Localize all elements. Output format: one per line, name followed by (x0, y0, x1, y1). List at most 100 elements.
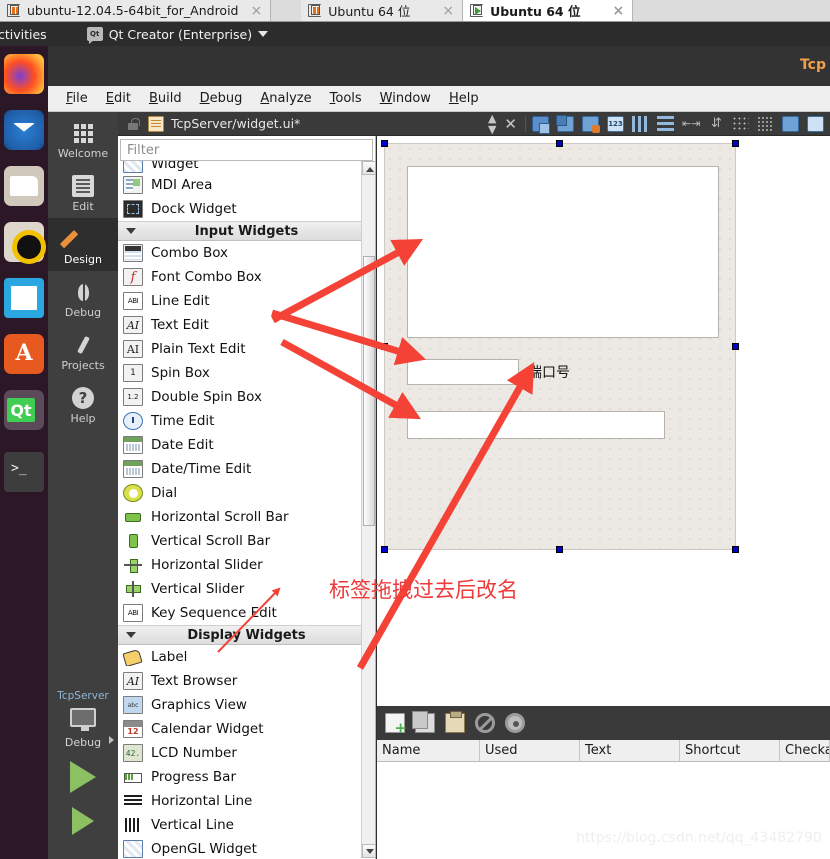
widget-item-vertical-line[interactable]: Vertical Line (118, 813, 375, 837)
scroll-down-icon[interactable] (362, 844, 375, 858)
widget-item-text-edit[interactable]: AI Text Edit (118, 313, 375, 337)
edit-widgets-icon[interactable] (532, 115, 550, 134)
widget-item-key-sequence-edit[interactable]: Key Sequence Edit (118, 601, 375, 625)
dock-item-ubuntu-software[interactable] (4, 334, 44, 374)
form-widget[interactable]: 端口号 (381, 140, 739, 553)
resize-handle-middle-left[interactable] (381, 342, 388, 350)
edit-tab-order-icon[interactable]: 123 (607, 115, 624, 132)
vm-tab-close-icon[interactable]: × (612, 3, 624, 19)
edit-buddies-icon[interactable] (582, 115, 600, 133)
widget-item-progress-bar[interactable]: Progress Bar (118, 765, 375, 789)
paste-icon[interactable] (445, 711, 465, 733)
layout-form-icon[interactable] (732, 115, 749, 132)
menu-tools[interactable]: Tools (330, 91, 362, 106)
layout-vertical-splitter-icon[interactable] (707, 116, 724, 132)
mode-projects[interactable]: Projects (48, 324, 118, 377)
column-header-shortcut[interactable]: Shortcut (680, 740, 780, 761)
column-header-name[interactable]: Name (377, 740, 480, 761)
caret-down-icon[interactable] (258, 31, 269, 37)
widget-item-plain-text-edit[interactable]: AI Plain Text Edit (118, 337, 375, 361)
play-bug-icon[interactable] (72, 807, 94, 835)
scrollbar-thumb[interactable] (363, 256, 375, 526)
mode-edit[interactable]: Edit (48, 165, 118, 218)
widget-item-font-combo-box[interactable]: f Font Combo Box (118, 265, 375, 289)
form-editor-canvas[interactable]: 端口号 (377, 136, 830, 706)
activities-label[interactable]: ctivities (0, 27, 47, 42)
mode-welcome[interactable]: Welcome (48, 112, 118, 165)
vm-tab-0[interactable]: ubuntu-12.04.5-64bit_for_Android × (0, 0, 272, 21)
dock-item-thunderbird[interactable] (4, 110, 44, 150)
widget-item-horizontal-line[interactable]: Horizontal Line (118, 789, 375, 813)
widget-category-input-widgets[interactable]: Input Widgets (118, 221, 375, 241)
widget-item-dial[interactable]: Dial (118, 481, 375, 505)
document-path-label[interactable]: TcpServer/widget.ui* (171, 116, 300, 131)
menu-window[interactable]: Window (380, 91, 431, 106)
new-action-icon[interactable] (385, 713, 407, 736)
layout-vertically-icon[interactable] (657, 115, 674, 132)
resize-handle-top-right[interactable] (732, 140, 739, 147)
lock-icon[interactable] (126, 117, 140, 131)
vm-tab-1[interactable]: Ubuntu 64 位 × (301, 0, 464, 21)
menu-help[interactable]: Help (449, 91, 479, 106)
vm-tab-2[interactable]: Ubuntu 64 位 × (463, 0, 634, 21)
layout-grid-icon[interactable] (757, 115, 774, 132)
widget-item-mdi-area[interactable]: MDI Area (118, 173, 375, 197)
updown-arrows-icon[interactable]: ▲ ▼ (488, 113, 496, 135)
widget-item-date-time-edit[interactable]: Date/Time Edit (118, 457, 375, 481)
delete-icon[interactable] (475, 713, 495, 733)
app-menu-group[interactable]: Qt Qt Creator (Enterprise) (86, 27, 269, 44)
column-header-used[interactable]: Used (480, 740, 580, 761)
resize-handle-bottom-left[interactable] (381, 546, 388, 553)
scroll-up-icon[interactable] (362, 161, 375, 175)
column-header-text[interactable]: Text (580, 740, 680, 761)
close-icon[interactable]: ✕ (504, 115, 517, 133)
mode-help[interactable]: ? Help (48, 377, 118, 430)
widget-item-widget[interactable]: Widget (118, 161, 375, 173)
menu-analyze[interactable]: Analyze (260, 91, 311, 106)
dock-item-terminal[interactable] (4, 452, 44, 492)
dock-item-libreoffice-writer[interactable] (4, 278, 44, 318)
widget-box-scrollbar[interactable] (361, 161, 375, 858)
widget-item-time-edit[interactable]: Time Edit (118, 409, 375, 433)
dock-item-qt-creator[interactable] (4, 390, 44, 430)
mode-debug[interactable]: Debug (48, 271, 118, 324)
widget-item-lcd-number[interactable]: LCD Number (118, 741, 375, 765)
column-header-checkable[interactable]: Checka (780, 740, 830, 761)
resize-handle-middle-right[interactable] (732, 342, 739, 350)
dock-item-files[interactable] (4, 166, 44, 206)
mode-design[interactable]: Design (48, 218, 118, 271)
copy-icon[interactable] (412, 711, 435, 733)
resize-handle-bottom-middle[interactable] (556, 546, 563, 553)
menu-file[interactable]: File (66, 91, 88, 106)
layout-horizontally-icon[interactable] (632, 115, 649, 132)
edit-signals-slots-icon[interactable] (556, 114, 574, 132)
dock-item-firefox[interactable] (4, 54, 44, 94)
widget-category-display-widgets[interactable]: Display Widgets (118, 625, 375, 645)
menu-edit[interactable]: Edit (106, 91, 131, 106)
widget-item-text-browser[interactable]: AI Text Browser (118, 669, 375, 693)
line-edit-message[interactable] (407, 411, 665, 439)
label-port[interactable]: 端口号 (528, 362, 570, 382)
widget-item-double-spin-box[interactable]: Double Spin Box (118, 385, 375, 409)
widget-item-line-edit[interactable]: Line Edit (118, 289, 375, 313)
widget-item-opengl-widget[interactable]: OpenGL Widget (118, 837, 375, 858)
kit-selector-arrow-icon[interactable] (109, 736, 114, 744)
menu-debug[interactable]: Debug (200, 91, 243, 106)
resize-handle-top-middle[interactable] (556, 140, 563, 147)
filter-input[interactable]: Filter (120, 139, 373, 161)
widget-item-dock-widget[interactable]: Dock Widget (118, 197, 375, 221)
widget-item-date-edit[interactable]: Date Edit (118, 433, 375, 457)
widget-item-calendar-widget[interactable]: Calendar Widget (118, 717, 375, 741)
line-edit-port[interactable] (407, 359, 519, 385)
layout-horizontal-splitter-icon[interactable] (682, 116, 700, 132)
adjust-size-icon[interactable] (807, 115, 824, 132)
text-edit-widget[interactable] (407, 166, 719, 338)
configure-icon[interactable] (505, 713, 525, 733)
widget-item-graphics-view[interactable]: Graphics View (118, 693, 375, 717)
vm-tab-close-icon[interactable]: × (442, 3, 454, 19)
break-layout-icon[interactable] (782, 115, 799, 132)
widget-item-label[interactable]: Label (118, 645, 375, 669)
dock-item-rhythmbox[interactable] (4, 222, 46, 264)
resize-handle-top-left[interactable] (381, 140, 388, 147)
widget-item-combo-box[interactable]: Combo Box (118, 241, 375, 265)
